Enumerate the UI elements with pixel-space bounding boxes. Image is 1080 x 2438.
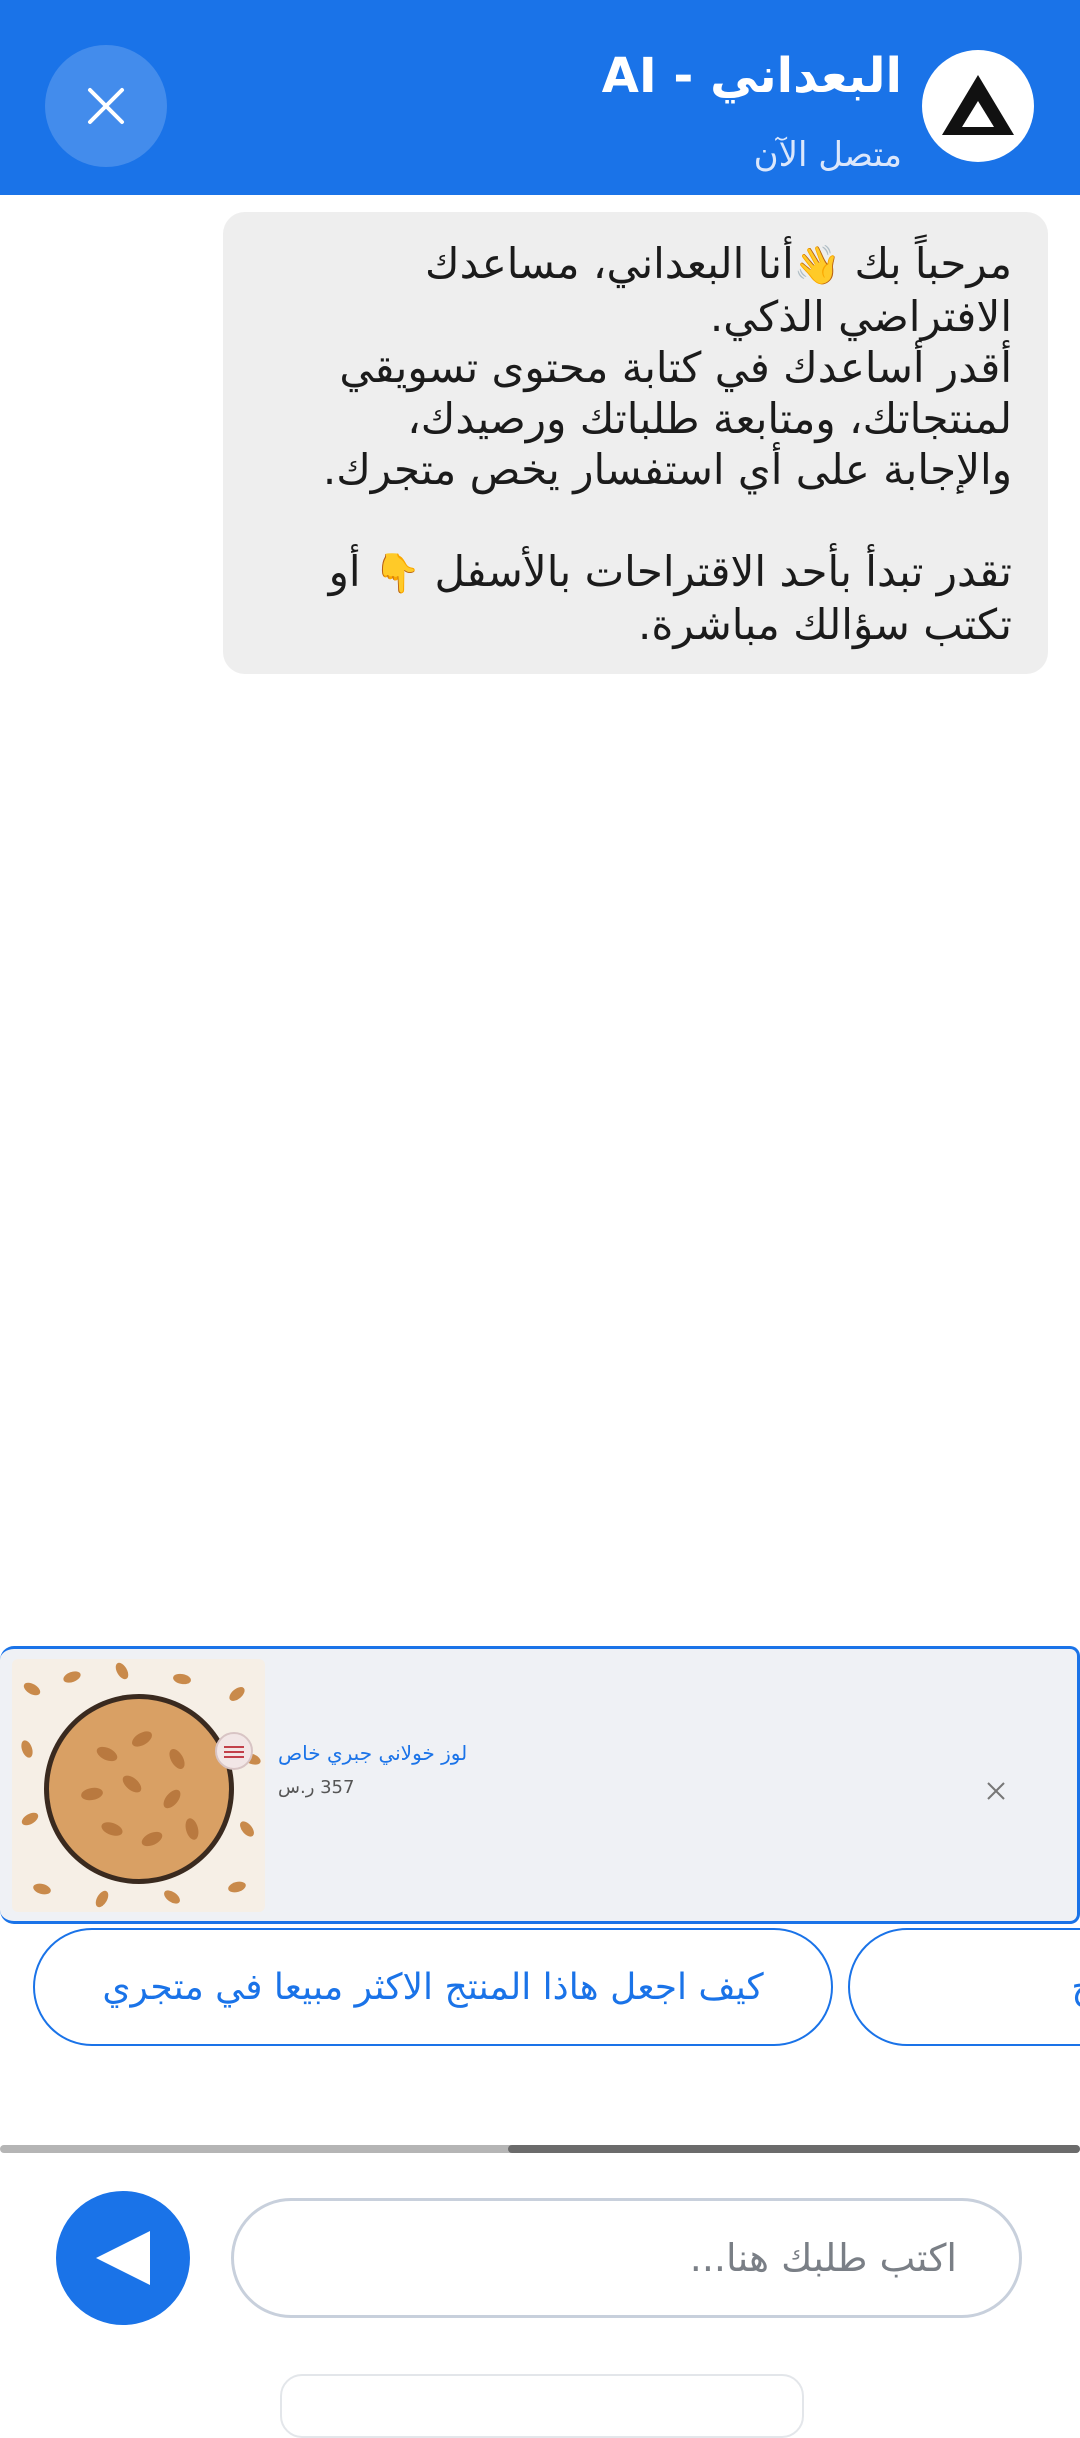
online-status: متصل الآن bbox=[753, 135, 902, 175]
close-icon bbox=[987, 1782, 1005, 1800]
message-line: تقدر تبدأ بأحد الاقتراحات بالأسفل bbox=[421, 547, 1012, 596]
message-line: مرحباً بك bbox=[841, 239, 1012, 288]
message-line: والإجابة على أي استفسار يخص متجرك. bbox=[322, 445, 1012, 494]
send-arrow-icon bbox=[96, 2231, 150, 2285]
message-line: أنا البعداني، مساعدك bbox=[425, 239, 794, 288]
close-icon bbox=[88, 88, 124, 124]
assistant-title: البعداني - AI bbox=[601, 48, 902, 104]
product-price: 357 ر.س bbox=[278, 1777, 355, 1798]
remove-product-button[interactable] bbox=[981, 1776, 1011, 1806]
suggestions-row[interactable]: كيف اجعل هاذا المنتج الاكثر مبيعا في متج… bbox=[0, 1928, 1080, 2050]
message-input[interactable] bbox=[231, 2198, 1022, 2318]
suggestion-chip[interactable]: لهذا المنتج bbox=[848, 1928, 1080, 2046]
wave-emoji: 👋 bbox=[793, 243, 842, 287]
message-line: أقدر أساعدك في كتابة محتوى تسويقي bbox=[339, 343, 1012, 392]
product-card[interactable]: لوز خولاني جبري خاص 357 ر.س bbox=[0, 1646, 1080, 1924]
message-line: أو bbox=[328, 547, 374, 596]
scrollbar-thumb[interactable] bbox=[508, 2145, 1080, 2153]
assistant-message-bubble: مرحباً بك 👋أنا البعداني، مساعدك الافتراض… bbox=[223, 212, 1048, 674]
message-text: مرحباً بك 👋أنا البعداني، مساعدك الافتراض… bbox=[259, 238, 1012, 650]
horizontal-scrollbar[interactable] bbox=[0, 2145, 1080, 2153]
message-line: تكتب سؤالك مباشرة. bbox=[638, 600, 1012, 649]
bottom-panel-edge bbox=[280, 2374, 804, 2438]
product-name: لوز خولاني جبري خاص bbox=[278, 1741, 468, 1765]
send-button[interactable] bbox=[56, 2191, 190, 2325]
product-image bbox=[12, 1659, 265, 1912]
message-line: لمنتجاتك، ومتابعة طلباتك ورصيدك، bbox=[407, 394, 1012, 443]
avatar bbox=[922, 50, 1034, 162]
point-down-emoji: 👇 bbox=[373, 551, 422, 595]
close-chat-button[interactable] bbox=[45, 45, 167, 167]
triangle-logo-icon bbox=[942, 75, 1014, 135]
suggestion-chip[interactable]: كيف اجعل هاذا المنتج الاكثر مبيعا في متج… bbox=[33, 1928, 833, 2046]
chat-header: البعداني - AI متصل الآن bbox=[0, 0, 1080, 195]
message-line: الافتراضي الذكي. bbox=[709, 292, 1012, 341]
